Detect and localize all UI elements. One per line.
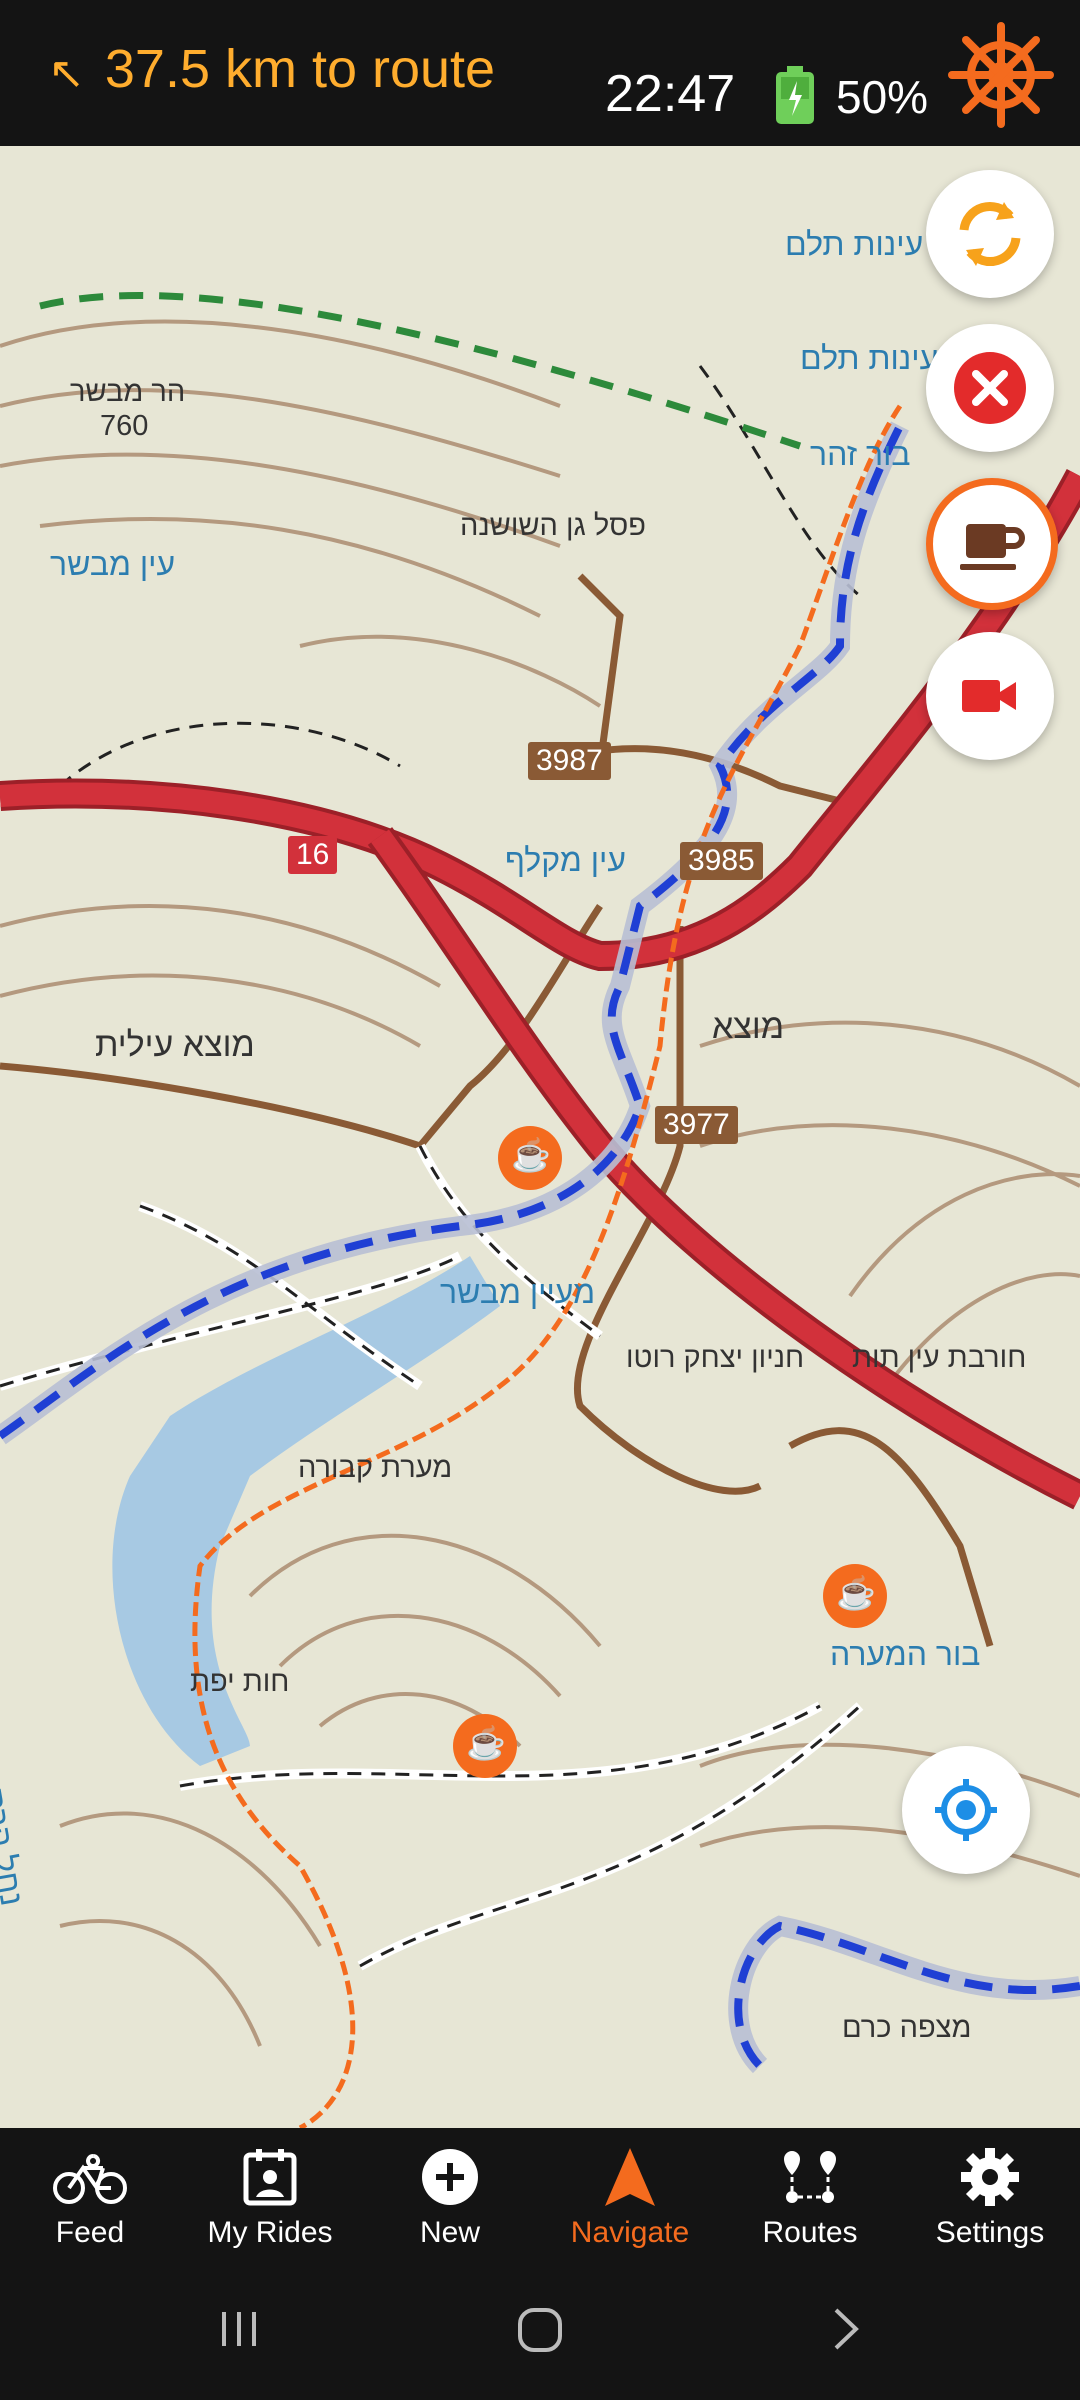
home-icon (518, 2308, 562, 2352)
map-label: מוצא עילית (95, 1026, 255, 1064)
nav-item-my-rides[interactable]: My Rides (180, 2128, 360, 2264)
battery-percent: 50% (836, 71, 929, 123)
status-bar: ↖ 37.5 km to route 22:47 50% (0, 0, 1080, 146)
route-distance[interactable]: ↖ 37.5 km to route (48, 38, 495, 100)
map-label: עין מבשר (50, 546, 176, 582)
close-icon (954, 352, 1026, 424)
coffee-break-button[interactable] (926, 478, 1058, 610)
nav-item-settings[interactable]: Settings (900, 2128, 1080, 2264)
map-label: עינות תלם (800, 340, 939, 376)
reroute-button[interactable] (926, 170, 1054, 298)
bike-icon (53, 2142, 127, 2212)
navigation-arrow-icon (603, 2142, 657, 2212)
cafe-icon[interactable]: ☕ (836, 1574, 876, 1612)
stop-navigation-button[interactable] (926, 324, 1054, 452)
nav-label-feed: Feed (55, 2216, 125, 2249)
map-label: מעיין מבשר (440, 1274, 596, 1310)
bottom-navigation: Feed My Rides New Navigate Routes Settin… (0, 2128, 1080, 2264)
map-view[interactable]: הר מבשר 760 עין מבשר פסל גן השושנה עינות… (0, 146, 1080, 2128)
home-button[interactable] (514, 2304, 566, 2361)
gear-icon (959, 2142, 1021, 2212)
recenter-location-button[interactable] (902, 1746, 1030, 1874)
map-label: 760 (100, 410, 149, 442)
nav-label-new: New (419, 2216, 480, 2249)
nav-label-settings: Settings (935, 2216, 1045, 2249)
map-label: חורבת עין תות (852, 1342, 1027, 1374)
battery-icon (773, 66, 817, 131)
system-navigation-bar (0, 2264, 1080, 2400)
nav-item-routes[interactable]: Routes (720, 2128, 900, 2264)
route-distance-label: 37.5 km to route (104, 39, 496, 99)
cafe-icon[interactable]: ☕ (466, 1724, 506, 1762)
map-label: חניון יצחק רוטו (626, 1342, 805, 1374)
recents-icon (222, 2312, 256, 2346)
nav-item-navigate[interactable]: Navigate (540, 2128, 720, 2264)
map-label: עינות תלם (785, 226, 924, 262)
road-number: 16 (288, 836, 338, 874)
arrow-up-left-icon: ↖ (48, 48, 85, 98)
map-label: מצפה כרם (842, 2012, 972, 2044)
clock: 22:47 (605, 65, 736, 123)
helm-icon[interactable] (946, 20, 1056, 135)
map-label: מוצא (712, 1008, 785, 1046)
map-label: עין מקלף (505, 842, 626, 878)
video-camera-icon (962, 680, 1016, 712)
nav-item-feed[interactable]: Feed (0, 2128, 180, 2264)
road-number: 3977 (655, 1106, 738, 1144)
road-number: 3987 (528, 742, 611, 780)
map-label: הר מבשר (70, 376, 186, 408)
recent-apps-button[interactable] (214, 2304, 264, 2359)
nav-label-navigate: Navigate (570, 2216, 690, 2249)
cafe-icon[interactable]: ☕ (511, 1136, 551, 1174)
record-video-button[interactable] (926, 632, 1054, 760)
nav-label-my-rides: My Rides (207, 2216, 333, 2249)
locate-crosshair-icon (935, 1779, 997, 1841)
road-number: 3985 (680, 842, 763, 880)
refresh-icon (959, 202, 1021, 266)
nav-item-new[interactable]: New (360, 2128, 540, 2264)
map-label: מערת קבורה (298, 1452, 453, 1484)
map-label: חות יפת (190, 1666, 290, 1698)
map-label: בור המערה (830, 1636, 981, 1672)
back-button[interactable] (820, 2304, 870, 2359)
map-label: בור זהר (810, 436, 911, 472)
map-label: פסל גן השושנה (460, 510, 646, 542)
coffee-cup-icon (960, 524, 1025, 570)
nav-label-routes: Routes (762, 2216, 858, 2249)
routes-icon (780, 2142, 840, 2212)
plus-circle-icon (420, 2142, 480, 2212)
chevron-right-icon (834, 2308, 859, 2350)
calendar-icon (242, 2142, 298, 2212)
